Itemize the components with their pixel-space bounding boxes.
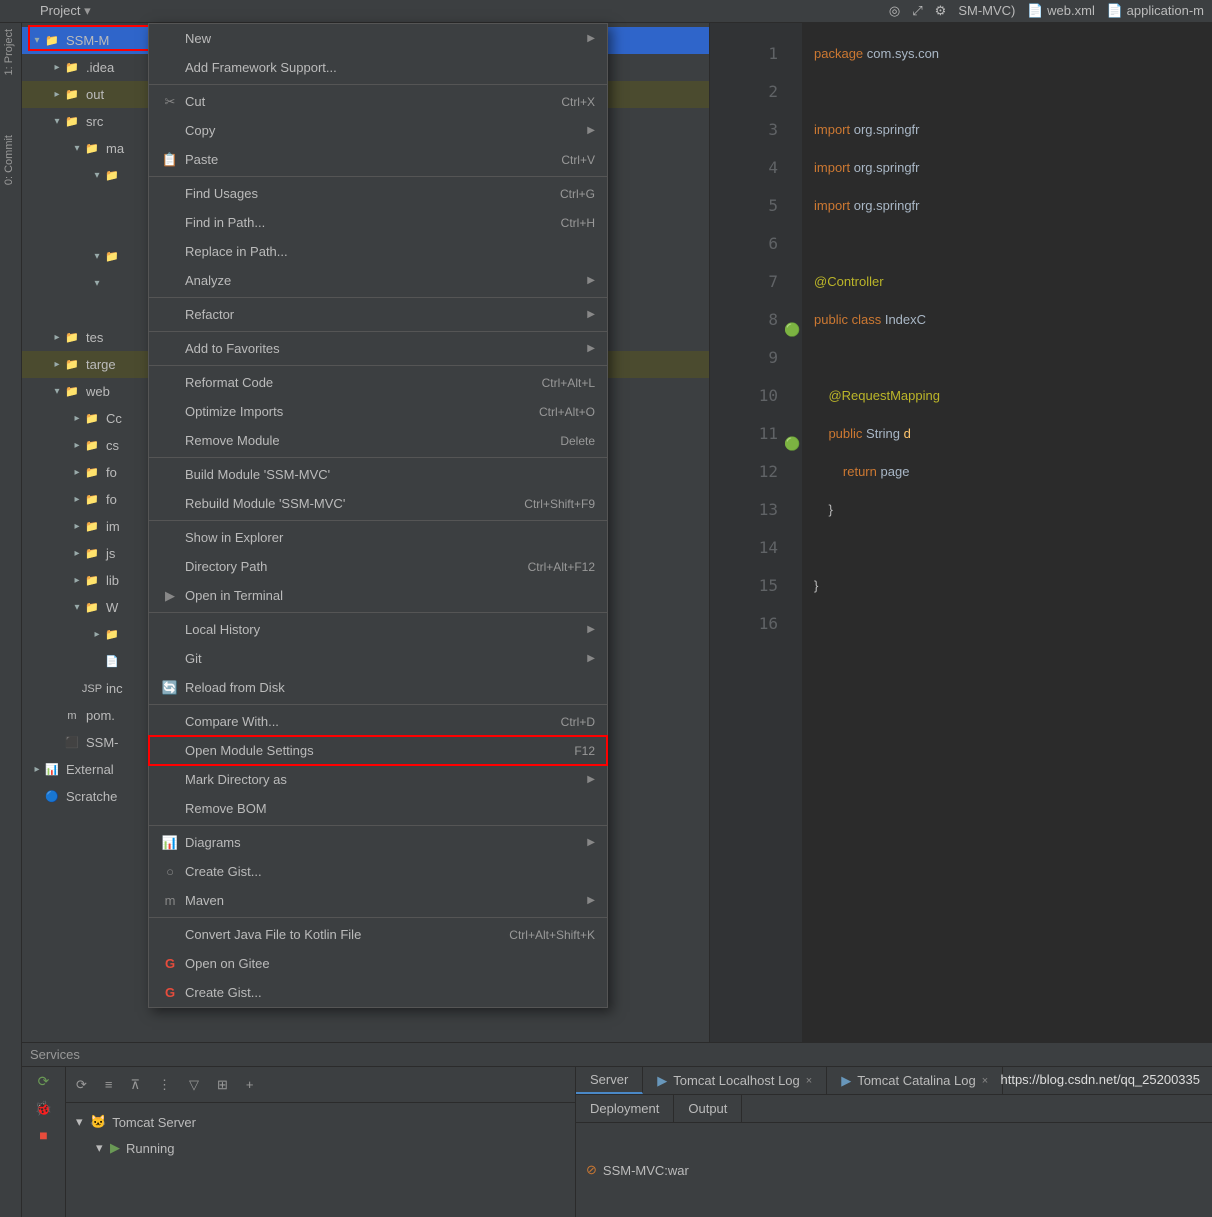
menu-item[interactable]: mMaven▶ — [149, 886, 607, 915]
line-gutter: 12345678🟢91011🟢1213141516 — [710, 23, 802, 1042]
menu-item[interactable]: Refactor▶ — [149, 300, 607, 329]
menu-item[interactable]: New▶ — [149, 24, 607, 53]
expand-icon[interactable]: ⤢ — [912, 3, 922, 19]
menu-item[interactable]: ▶Open in Terminal — [149, 581, 607, 610]
menu-item[interactable]: Add to Favorites▶ — [149, 334, 607, 363]
file-tab-1[interactable]: 📄 web.xml — [1027, 3, 1095, 19]
service-tree-row[interactable]: ▾🐱Tomcat Server — [76, 1109, 565, 1135]
menu-item[interactable]: 📊Diagrams▶ — [149, 828, 607, 857]
project-selector[interactable]: Project ▾ — [40, 3, 91, 19]
services-tree: ▾🐱Tomcat Server▾▶Running — [66, 1103, 575, 1167]
menu-item[interactable]: Rebuild Module 'SSM-MVC'Ctrl+Shift+F9 — [149, 489, 607, 518]
services-header[interactable]: Services — [22, 1043, 1212, 1067]
menu-item[interactable]: Reformat CodeCtrl+Alt+L — [149, 368, 607, 397]
gear-icon[interactable]: ⚙ — [935, 3, 947, 19]
menu-item[interactable]: Directory PathCtrl+Alt+F12 — [149, 552, 607, 581]
menu-item[interactable]: Add Framework Support... — [149, 53, 607, 82]
menu-item[interactable]: GOpen on Gitee — [149, 949, 607, 978]
left-rail: 1: Project 0: Commit — [0, 23, 22, 1217]
toolbar-button[interactable]: ≡ — [105, 1077, 113, 1092]
menu-item[interactable]: Optimize ImportsCtrl+Alt+O — [149, 397, 607, 426]
menu-item[interactable]: Analyze▶ — [149, 266, 607, 295]
menu-item[interactable]: Local History▶ — [149, 615, 607, 644]
menu-item[interactable]: Remove BOM — [149, 794, 607, 823]
menu-item[interactable]: GCreate Gist... — [149, 978, 607, 1007]
toolbar-button[interactable]: ⋮ — [158, 1077, 171, 1093]
side-button[interactable]: 🐞 — [35, 1100, 52, 1117]
top-bar: Project ▾ ◎ ⤢ ⚙ SM-MVC) 📄 web.xml 📄 appl… — [0, 0, 1212, 23]
watermark: https://blog.csdn.net/qq_25200335 — [1001, 1072, 1201, 1087]
menu-item[interactable]: 🔄Reload from Disk — [149, 673, 607, 702]
toolbar-button[interactable]: ⊞ — [217, 1077, 228, 1093]
service-tab[interactable]: ▶ Tomcat Catalina Log × — [827, 1067, 1003, 1094]
menu-item[interactable]: Copy▶ — [149, 116, 607, 145]
toolbar-button[interactable]: ⟳ — [76, 1077, 87, 1093]
code-area[interactable]: package com.sys.conimport org.springfrim… — [802, 23, 1212, 1042]
menu-item[interactable]: Git▶ — [149, 644, 607, 673]
services-toolbar: ⟳ ≡ ⊼ ⋮ ▽ ⊞ + — [66, 1067, 575, 1103]
menu-item[interactable]: Convert Java File to Kotlin FileCtrl+Alt… — [149, 920, 607, 949]
services-side-toolbar: ⟳ 🐞 ■ — [22, 1067, 66, 1217]
menu-item[interactable]: Compare With...Ctrl+D — [149, 707, 607, 736]
code-editor[interactable]: 12345678🟢91011🟢1213141516 package com.sy… — [710, 23, 1212, 1042]
side-button[interactable]: ⟳ — [38, 1073, 50, 1090]
toolbar-button[interactable]: ⊼ — [131, 1077, 141, 1093]
menu-item[interactable]: ○Create Gist... — [149, 857, 607, 886]
menu-item[interactable]: Open Module SettingsF12 — [149, 736, 607, 765]
menu-item[interactable]: Build Module 'SSM-MVC' — [149, 460, 607, 489]
services-bottom: ⊘ SSM-MVC:war — [576, 1123, 1212, 1217]
rail-commit[interactable]: 0: Commit — [3, 135, 15, 185]
service-subtab[interactable]: Output — [674, 1095, 742, 1122]
services-subtabs: DeploymentOutput — [576, 1095, 1212, 1123]
menu-item[interactable]: ✂CutCtrl+X — [149, 87, 607, 116]
menu-item[interactable]: Mark Directory as▶ — [149, 765, 607, 794]
menu-item[interactable]: Show in Explorer — [149, 523, 607, 552]
service-subtab[interactable]: Deployment — [576, 1095, 674, 1122]
menu-item[interactable]: Replace in Path... — [149, 237, 607, 266]
toolbar-button[interactable]: ▽ — [189, 1077, 199, 1093]
top-right-icons: ◎ ⤢ ⚙ SM-MVC) 📄 web.xml 📄 application-m — [889, 3, 1212, 19]
service-tree-row[interactable]: ▾▶Running — [76, 1135, 565, 1161]
menu-item[interactable]: Find UsagesCtrl+G — [149, 179, 607, 208]
file-tab-2[interactable]: 📄 application-m — [1107, 3, 1204, 19]
menu-item[interactable]: Remove ModuleDelete — [149, 426, 607, 455]
service-tab[interactable]: Server — [576, 1067, 643, 1094]
toolbar-button[interactable]: + — [246, 1077, 254, 1092]
menu-item[interactable]: Find in Path...Ctrl+H — [149, 208, 607, 237]
context-menu: New▶Add Framework Support...✂CutCtrl+XCo… — [148, 23, 608, 1008]
warning-icon: ⊘ — [586, 1162, 597, 1178]
menu-item[interactable]: 📋PasteCtrl+V — [149, 145, 607, 174]
rail-project[interactable]: 1: Project — [3, 29, 15, 75]
service-tab[interactable]: ▶ Tomcat Localhost Log × — [643, 1067, 827, 1094]
target-icon[interactable]: ◎ — [889, 3, 900, 19]
side-button[interactable]: ■ — [39, 1127, 47, 1143]
services-panel: Services ⟳ 🐞 ■ ⟳ ≡ ⊼ ⋮ ▽ ⊞ + ▾🐱Tomcat Server▾▶Ru… — [22, 1042, 1212, 1217]
